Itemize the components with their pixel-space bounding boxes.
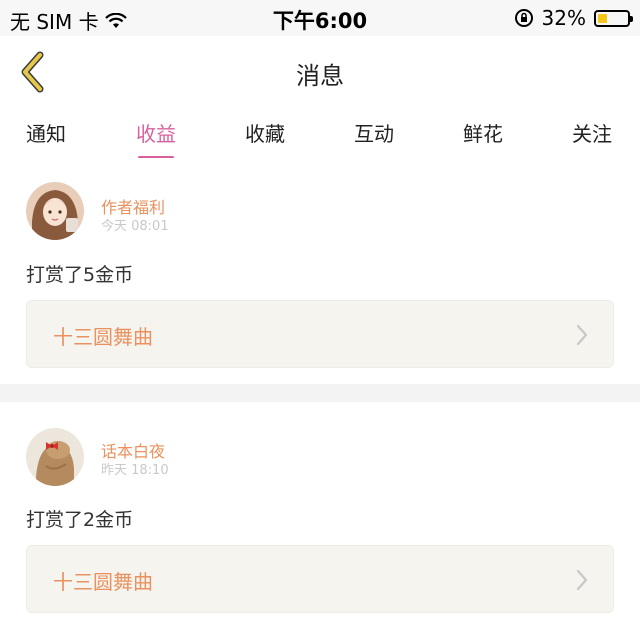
work-title: 十三圆舞曲 (53, 570, 153, 594)
message-item: 话本白夜 昨天 18:10 打赏了2金币 十三圆舞曲 (0, 402, 640, 625)
tab-interactions[interactable]: 互动 (354, 118, 394, 147)
avatar-illustration-icon (26, 182, 84, 240)
message-item: 作者福利 今天 08:01 打赏了5金币 十三圆舞曲 (0, 158, 640, 384)
battery-percent: 32% (541, 6, 586, 30)
status-bar: 无 SIM 卡 下午6:00 32% (0, 0, 640, 36)
timestamp: 今天 08:01 (101, 219, 169, 234)
tab-label: 鲜花 (463, 122, 503, 146)
tab-flowers[interactable]: 鲜花 (463, 118, 503, 147)
section-divider (0, 384, 640, 402)
tab-bar: 通知 收益 收藏 互动 鲜花 关注 (0, 108, 640, 159)
tab-favorites[interactable]: 收藏 (245, 118, 285, 147)
timestamp: 昨天 18:10 (101, 463, 169, 478)
rotation-lock-icon (514, 9, 533, 27)
message-text: 打赏了5金币 (26, 264, 134, 286)
avatar[interactable] (26, 182, 84, 240)
chevron-right-icon (576, 569, 588, 591)
chevron-right-icon (576, 324, 588, 346)
avatar[interactable] (26, 428, 84, 486)
tab-earnings[interactable]: 收益 (136, 118, 176, 159)
referenced-work[interactable]: 十三圆舞曲 (26, 300, 614, 368)
avatar-photo-icon (26, 428, 84, 486)
tab-notifications[interactable]: 通知 (26, 118, 66, 147)
navigation-bar: 消息 (0, 36, 640, 109)
referenced-work[interactable]: 十三圆舞曲 (26, 545, 614, 613)
page-title: 消息 (296, 62, 344, 90)
tab-following[interactable]: 关注 (572, 118, 612, 147)
battery-icon (594, 9, 633, 27)
work-title: 十三圆舞曲 (53, 325, 153, 349)
tab-label: 收益 (136, 122, 176, 146)
tab-label: 互动 (354, 122, 394, 146)
tab-label: 关注 (572, 122, 612, 146)
message-text: 打赏了2金币 (26, 509, 134, 531)
tab-label: 收藏 (245, 122, 285, 146)
tab-label: 通知 (26, 122, 66, 146)
